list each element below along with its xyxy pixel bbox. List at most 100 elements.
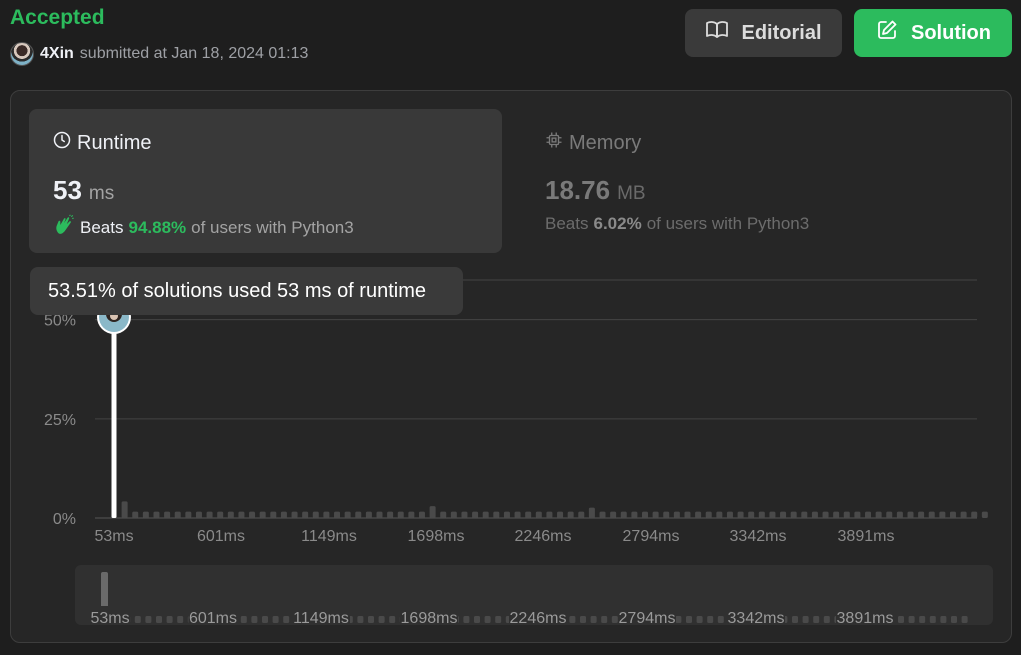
bar[interactable] <box>206 511 213 518</box>
bar[interactable] <box>514 511 521 518</box>
x-tick-label: 1149ms <box>301 528 357 545</box>
bar[interactable] <box>174 511 181 518</box>
bar[interactable] <box>132 511 139 518</box>
bar[interactable] <box>259 511 266 518</box>
bar[interactable] <box>726 511 733 518</box>
bar[interactable] <box>758 511 765 518</box>
bar[interactable] <box>429 506 436 518</box>
bar[interactable] <box>567 511 574 518</box>
bar[interactable] <box>949 511 956 518</box>
bar[interactable] <box>886 511 893 518</box>
bar[interactable] <box>865 511 872 518</box>
navigator-bar <box>940 616 947 623</box>
bar[interactable] <box>960 511 967 518</box>
bar[interactable] <box>291 511 298 518</box>
bar[interactable] <box>928 511 935 518</box>
bar[interactable] <box>397 511 404 518</box>
bar[interactable] <box>418 511 425 518</box>
bar[interactable] <box>323 511 330 518</box>
navigator-bar <box>463 616 470 623</box>
bar[interactable] <box>780 511 787 518</box>
navigator-bar <box>389 616 396 623</box>
bar[interactable] <box>482 511 489 518</box>
bar[interactable] <box>227 511 234 518</box>
bar[interactable] <box>705 511 712 518</box>
bar[interactable] <box>896 511 903 518</box>
bar[interactable] <box>620 511 627 518</box>
bar[interactable] <box>472 511 479 518</box>
bar[interactable] <box>302 511 309 518</box>
bar[interactable] <box>695 511 702 518</box>
bar[interactable] <box>716 511 723 518</box>
bar[interactable] <box>684 511 691 518</box>
bar[interactable] <box>535 511 542 518</box>
navigator-bar <box>792 616 798 623</box>
bar[interactable] <box>280 511 287 518</box>
bar[interactable] <box>811 511 818 518</box>
bar[interactable] <box>578 511 585 518</box>
bar[interactable] <box>822 511 829 518</box>
bar[interactable] <box>981 511 988 518</box>
bar[interactable] <box>939 511 946 518</box>
bar[interactable] <box>217 511 224 518</box>
bar[interactable] <box>503 511 510 518</box>
bar[interactable] <box>652 511 659 518</box>
x-tick-label: 53ms <box>94 528 133 545</box>
bar[interactable] <box>312 511 319 518</box>
bar[interactable] <box>546 511 553 518</box>
bar[interactable] <box>833 511 840 518</box>
bar[interactable] <box>461 511 468 518</box>
bar[interactable] <box>185 511 192 518</box>
bar[interactable] <box>790 511 797 518</box>
navigator-bar <box>813 616 820 623</box>
chart-y-axis: 0% 25% 50% <box>44 313 76 528</box>
bar[interactable] <box>971 511 978 518</box>
bar[interactable] <box>599 511 606 518</box>
bar[interactable] <box>642 511 648 518</box>
bar[interactable] <box>249 511 256 518</box>
bar[interactable] <box>164 511 171 518</box>
bar[interactable] <box>142 511 149 518</box>
bar[interactable] <box>748 511 755 518</box>
bar[interactable] <box>907 511 914 518</box>
bar[interactable] <box>875 511 882 518</box>
navigator-bar <box>675 616 682 623</box>
bar[interactable] <box>769 511 776 518</box>
bar[interactable] <box>631 511 638 518</box>
navigator-label: 3891ms <box>837 610 894 627</box>
bar[interactable] <box>557 511 564 518</box>
navigator-bar <box>961 616 968 623</box>
bar[interactable] <box>376 511 383 518</box>
bar[interactable] <box>270 511 277 518</box>
bar[interactable] <box>588 507 595 518</box>
bar-selected[interactable] <box>111 305 117 518</box>
bar[interactable] <box>238 511 245 518</box>
bar[interactable] <box>387 511 394 518</box>
navigator-label: 601ms <box>189 610 237 627</box>
navigator-bar <box>908 616 915 623</box>
navigator-bar <box>919 616 926 623</box>
bar[interactable] <box>493 511 500 518</box>
bar[interactable] <box>355 511 362 518</box>
bar[interactable] <box>365 511 372 518</box>
navigator-bar <box>929 616 936 623</box>
bar[interactable] <box>610 511 617 518</box>
bar[interactable] <box>344 511 351 518</box>
bar[interactable] <box>737 511 744 518</box>
bar[interactable] <box>153 511 160 518</box>
bar[interactable] <box>408 511 415 518</box>
bar[interactable] <box>440 511 447 518</box>
bar[interactable] <box>121 501 128 518</box>
bar[interactable] <box>843 511 850 518</box>
bar[interactable] <box>195 511 202 518</box>
bar[interactable] <box>801 511 808 518</box>
bar[interactable] <box>673 511 680 518</box>
bar[interactable] <box>450 511 457 518</box>
bar[interactable] <box>918 511 925 518</box>
navigator-bar <box>177 616 184 623</box>
bar[interactable] <box>525 511 532 518</box>
bar[interactable] <box>854 511 861 518</box>
bar[interactable] <box>334 511 341 518</box>
bar[interactable] <box>663 511 670 518</box>
navigator-bar <box>378 616 385 623</box>
